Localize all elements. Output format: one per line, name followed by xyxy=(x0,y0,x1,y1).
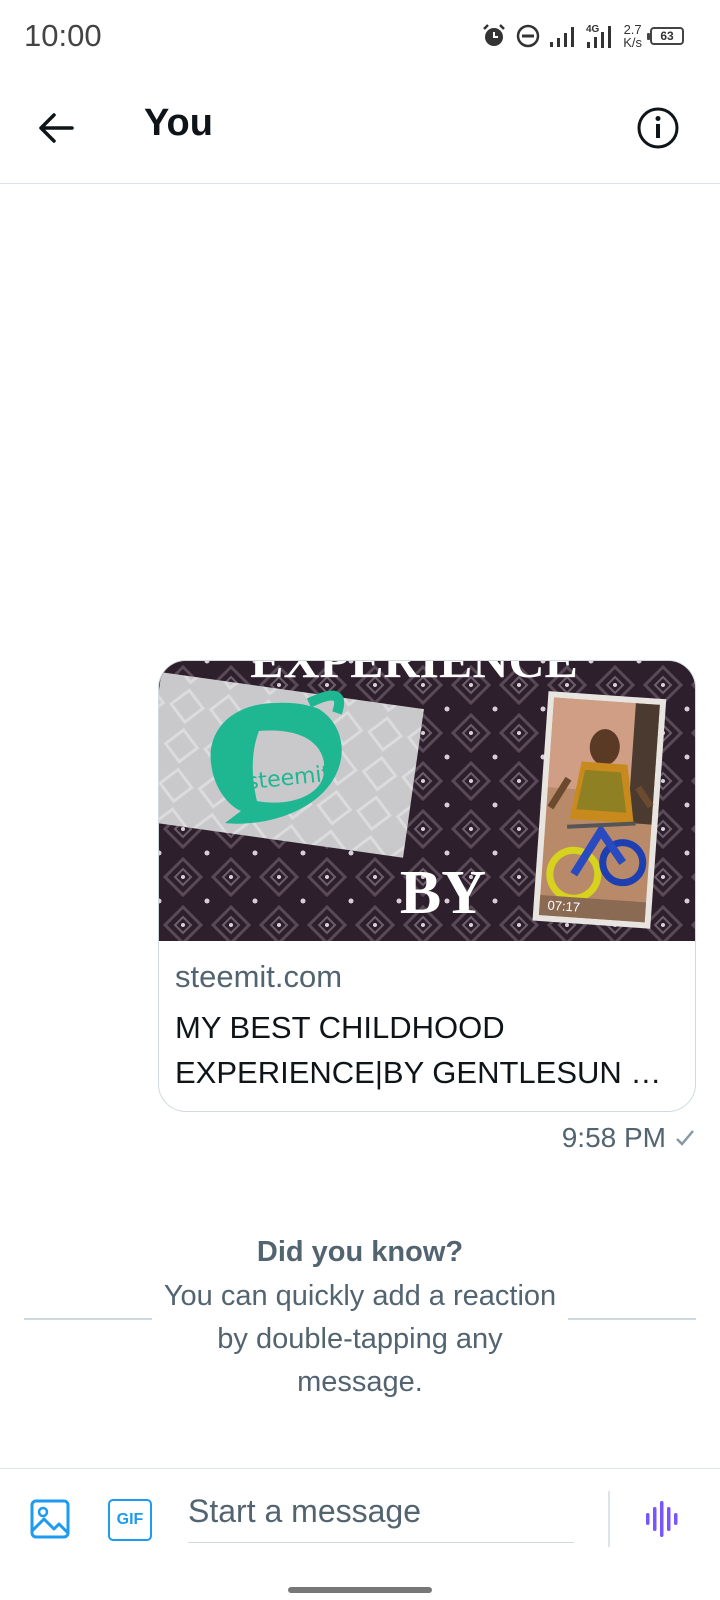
tip-divider-right xyxy=(568,1318,696,1320)
link-preview-card[interactable]: EXPERIENCE steemit BY xyxy=(158,660,696,1112)
checkmark-icon xyxy=(676,1130,694,1146)
voice-message-button[interactable] xyxy=(644,1499,684,1539)
image-caption-by: BY xyxy=(400,859,486,927)
status-bar: 10:00 4G 2.7 K/s 63 xyxy=(0,0,720,72)
tip-body: You can quickly add a reaction by double… xyxy=(163,1280,557,1398)
battery-level: 63 xyxy=(660,29,674,43)
message-input[interactable] xyxy=(188,1481,574,1543)
battery-icon: 63 xyxy=(647,27,684,45)
composer-divider xyxy=(608,1491,610,1547)
conversation-header: You xyxy=(0,72,720,184)
photo-timestamp: 07:17 xyxy=(547,898,581,915)
signal-icon xyxy=(549,24,577,48)
alarm-icon xyxy=(481,23,507,49)
link-title-line: MY BEST CHILDHOOD xyxy=(175,1010,505,1045)
link-title: MY BEST CHILDHOOD EXPERIENCE|BY GENTLESU… xyxy=(175,1005,681,1095)
home-indicator[interactable] xyxy=(288,1587,432,1593)
svg-text:4G: 4G xyxy=(586,24,600,35)
message-composer: GIF xyxy=(0,1468,720,1600)
do-not-disturb-icon xyxy=(515,23,541,49)
status-icons: 4G 2.7 K/s 63 xyxy=(481,20,684,52)
back-button[interactable] xyxy=(34,106,78,150)
add-media-button[interactable] xyxy=(28,1497,72,1541)
info-icon xyxy=(637,107,679,149)
tip-divider-left xyxy=(24,1318,152,1320)
gif-label: GIF xyxy=(116,1511,144,1528)
tip-heading: Did you know? xyxy=(256,1236,464,1268)
info-button[interactable] xyxy=(636,106,680,150)
link-title-line: EXPERIENCE|BY GENTLESUN — ... xyxy=(175,1055,681,1090)
link-preview-text: steemit.com MY BEST CHILDHOOD EXPERIENCE… xyxy=(175,959,681,1095)
signal-4g-icon: 4G xyxy=(585,22,615,50)
message-timestamp: 9:58 PM xyxy=(562,1122,696,1154)
link-preview-image[interactable]: EXPERIENCE steemit BY xyxy=(159,661,695,941)
did-you-know-tip: Did you know? You can quickly add a reac… xyxy=(160,1236,560,1404)
arrow-left-icon xyxy=(39,113,74,143)
child-photo: 07:17 xyxy=(532,691,667,929)
gif-button[interactable]: GIF xyxy=(108,1499,152,1541)
voice-wave-icon xyxy=(646,1501,678,1537)
page-title: You xyxy=(144,102,213,144)
status-time: 10:00 xyxy=(24,18,102,53)
network-speed: 2.7 K/s xyxy=(623,22,642,50)
sent-time: 9:58 PM xyxy=(561,1122,666,1153)
image-icon xyxy=(30,1499,70,1539)
image-caption-top: EXPERIENCE xyxy=(250,661,578,688)
link-domain: steemit.com xyxy=(175,959,343,994)
